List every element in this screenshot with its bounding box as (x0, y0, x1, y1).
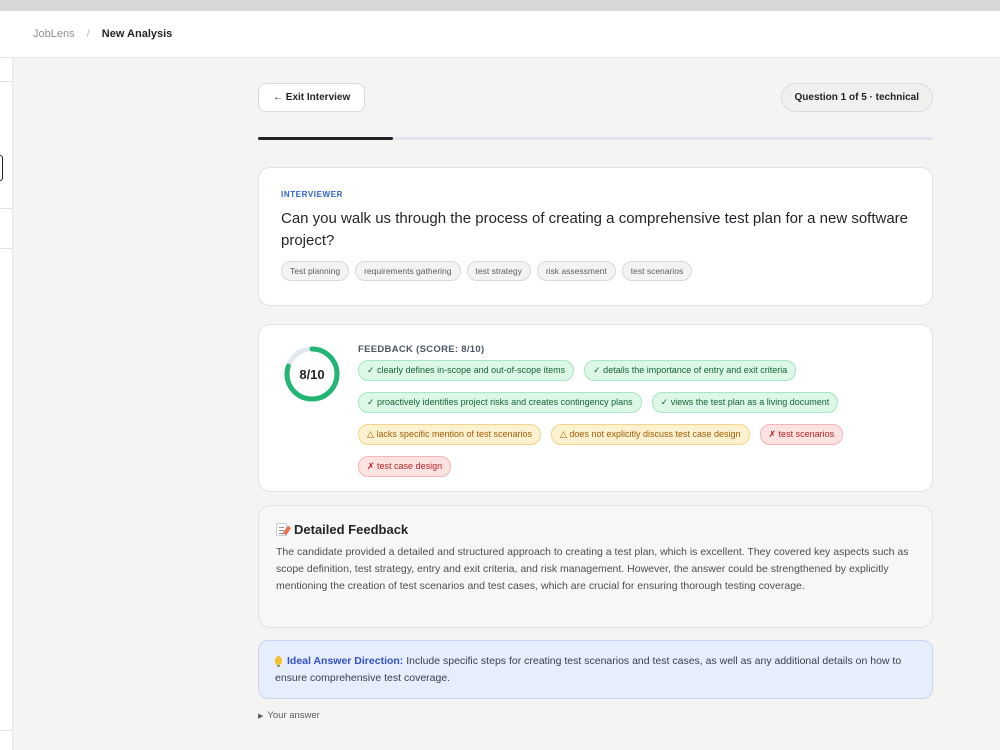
ideal-answer-card: Ideal Answer Direction: Include specific… (258, 640, 933, 699)
breadcrumb-separator: / (86, 28, 90, 40)
topic-tags: Test planning requirements gathering tes… (281, 261, 910, 281)
exit-interview-button[interactable]: ← Exit Interview (258, 83, 366, 112)
improvement-pill: △ lacks specific mention of test scenari… (358, 424, 541, 445)
caret-right-icon: ▶ (258, 712, 264, 720)
feedback-title: FEEDBACK (SCORE: 8/10) (358, 344, 485, 355)
improvement-pill: △ does not explicitly discuss test case … (551, 424, 750, 445)
topic-tag: test strategy (466, 261, 531, 281)
breadcrumb-current: New Analysis (101, 28, 173, 40)
progress-bar (258, 137, 933, 140)
topic-tag: test scenarios (621, 261, 693, 281)
strength-pill: ✓ details the importance of entry and ex… (584, 360, 797, 381)
sidebar-divider (0, 730, 13, 731)
topic-tag: Test planning (281, 261, 350, 281)
question-text: Can you walk us through the process of c… (281, 210, 909, 249)
strength-pill: ✓ clearly defines in-scope and out-of-sc… (358, 360, 575, 381)
sidebar-active-marker (0, 155, 3, 181)
topic-tag: requirements gathering (355, 261, 461, 281)
strength-pill: ✓ proactively identifies project risks a… (358, 392, 642, 413)
missing-pill: ✗ test scenarios (759, 424, 844, 445)
breadcrumb-root-link[interactable]: JobLens (33, 28, 75, 40)
ideal-answer-label: Ideal Answer Direction: (287, 655, 404, 667)
app-header: JobLens / New Analysis (0, 11, 1000, 58)
question-counter-badge: Question 1 of 5 · technical (780, 83, 933, 112)
sidebar-divider (0, 81, 13, 82)
topic-tag: risk assessment (536, 261, 616, 281)
sidebar-divider (0, 208, 13, 209)
detailed-feedback-title: Detailed Feedback (294, 522, 409, 537)
your-answer-toggle[interactable]: ▶ Your answer (258, 710, 320, 721)
detailed-feedback-card: Detailed Feedback The candidate provided… (258, 505, 933, 628)
sidebar-divider (0, 248, 13, 249)
detailed-feedback-text: The candidate provided a detailed and st… (276, 546, 909, 592)
sidebar-edge (0, 58, 13, 750)
memo-icon (276, 523, 287, 536)
strength-pill: ✓ views the test plan as a living docume… (651, 392, 839, 413)
missing-pill: ✗ test case design (358, 456, 452, 477)
your-answer-label: Your answer (267, 710, 320, 721)
score-value: 8/10 (299, 366, 325, 382)
detailed-feedback-header: Detailed Feedback (276, 522, 915, 537)
breadcrumb: JobLens / New Analysis (33, 28, 172, 40)
progress-bar-fill (258, 137, 393, 140)
question-card: INTERVIEWER Can you walk us through the … (258, 167, 933, 306)
feedback-details: FEEDBACK (SCORE: 8/10) ✓ clearly defines… (358, 344, 918, 477)
feedback-pills: ✓ clearly defines in-scope and out-of-sc… (358, 360, 918, 477)
browser-top-strip (0, 0, 1000, 11)
interviewer-label: INTERVIEWER (281, 190, 344, 199)
lightbulb-icon (275, 656, 282, 667)
feedback-card: 8/10 FEEDBACK (SCORE: 8/10) ✓ clearly de… (258, 324, 933, 492)
